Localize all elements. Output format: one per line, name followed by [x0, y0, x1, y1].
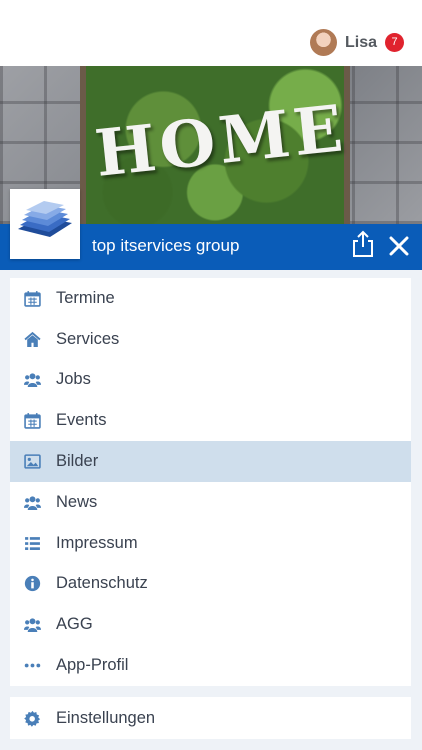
brand-name: top itservices group — [92, 236, 240, 255]
menu-item-datenschutz[interactable]: Datenschutz — [10, 564, 411, 605]
users-icon — [24, 618, 41, 633]
close-button[interactable] — [388, 235, 410, 257]
info-icon — [24, 576, 41, 592]
menu-item-agg[interactable]: AGG — [10, 604, 411, 645]
ellipsis-icon — [24, 663, 41, 668]
menu-item-label: Events — [56, 411, 107, 430]
menu-item-events[interactable]: Events — [10, 400, 411, 441]
users-icon — [24, 373, 41, 388]
menu-item-einstellungen[interactable]: Einstellungen — [10, 697, 411, 739]
menu-item-label: Services — [56, 329, 120, 348]
image-icon — [24, 454, 41, 469]
notification-badge[interactable]: 7 — [385, 33, 404, 52]
menu-item-label: AGG — [56, 615, 93, 634]
calendar-icon — [24, 413, 41, 430]
menu-item-jobs[interactable]: Jobs — [10, 360, 411, 401]
menu-item-label: Bilder — [56, 452, 99, 471]
share-icon — [353, 230, 373, 257]
settings-label: Einstellungen — [56, 708, 156, 727]
gear-icon — [24, 710, 41, 727]
menu-item-services[interactable]: Services — [10, 319, 411, 360]
user-profile[interactable]: Lisa 7 — [309, 29, 404, 56]
side-menu: Termine Services Jobs Events Bilder News… — [10, 278, 411, 686]
menu-item-label: Datenschutz — [56, 574, 148, 593]
menu-item-label: App-Profil — [56, 656, 129, 675]
company-logo — [10, 189, 80, 259]
menu-item-label: News — [56, 492, 98, 511]
share-button[interactable] — [351, 230, 375, 258]
avatar[interactable] — [309, 29, 337, 56]
close-icon — [389, 236, 409, 256]
top-bar: Lisa 7 — [0, 0, 422, 66]
calendar-icon — [24, 290, 41, 307]
home-icon — [24, 331, 41, 347]
menu-item-app-profil[interactable]: App-Profil — [10, 645, 411, 686]
users-icon — [24, 496, 41, 510]
menu-item-bilder[interactable]: Bilder — [10, 441, 411, 482]
list-icon — [25, 536, 40, 550]
menu-item-impressum[interactable]: Impressum — [10, 523, 411, 564]
menu-item-label: Jobs — [56, 370, 91, 389]
user-name[interactable]: Lisa — [345, 34, 377, 52]
menu-item-label: Termine — [56, 288, 115, 307]
menu-item-news[interactable]: News — [10, 482, 411, 523]
menu-item-termine[interactable]: Termine — [10, 278, 411, 319]
menu-item-label: Impressum — [56, 533, 138, 552]
